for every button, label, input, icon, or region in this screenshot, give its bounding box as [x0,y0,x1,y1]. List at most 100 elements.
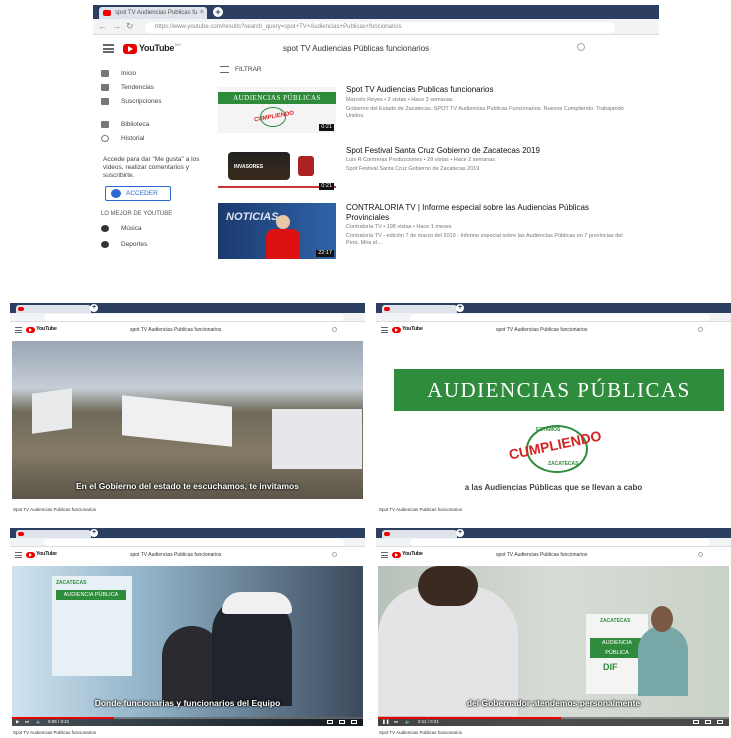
presenter-face [276,215,290,229]
youtube-favicon-icon [103,10,111,16]
duration-badge: 22:17 [316,250,334,257]
fullscreen-icon[interactable] [351,720,357,724]
video-player[interactable]: En el Gobierno del estado te escuchamos,… [12,341,363,499]
pause-icon[interactable]: ❚❚ [382,718,390,726]
browser-tab[interactable] [382,530,457,538]
search-input[interactable]: spot TV Audiencias Públicas funcionarios [283,44,429,53]
search-icon[interactable] [698,552,703,557]
new-tab-icon[interactable]: + [90,529,98,537]
menu-icon[interactable] [15,552,22,558]
result-thumbnail[interactable]: INVASORES 0:21 [218,146,336,192]
search-input[interactable]: spot TV Audiencias Publicas funcionarios [496,327,587,333]
url-input[interactable]: https://www.youtube.com/results?search_q… [145,22,615,33]
browser-tab[interactable] [16,305,91,313]
sports-icon [101,240,109,248]
browser-tab[interactable] [16,530,91,538]
address-bar [376,313,731,322]
folder-icon [101,120,109,128]
signin-prompt: Accede para dar "Me gusta" a los videos,… [103,156,200,179]
filter-icon [220,66,229,73]
video-subtitle: Donde funcionarias y funcionarios del Eq… [94,698,281,708]
sidebar-item-biblioteca[interactable]: Biblioteca [101,118,149,132]
time-display: 0:06 / 0:21 [48,719,70,724]
sidebar-item-inicio[interactable]: Inicio [101,67,136,81]
sidebar-item-suscripciones[interactable]: Suscripciones [101,95,161,109]
signin-button[interactable]: ACCEDER [105,186,171,201]
fullscreen-icon[interactable] [717,720,723,724]
subscriptions-icon [101,97,109,105]
sidebar-item-historial[interactable]: Historial [101,132,144,146]
url-input[interactable] [410,539,710,546]
history-icon [101,134,109,142]
new-tab-icon[interactable]: + [213,7,223,17]
menu-icon[interactable] [381,552,388,558]
video-subtitle: En el Gobierno del estado te escuchamos,… [76,481,299,491]
video-player[interactable]: ZACATECAS AUDIENCIA PÚBLICA DIF del Gobe… [378,566,729,726]
sidebar-item-tendencias[interactable]: Tendencias [101,81,154,95]
browser-tab[interactable]: spot TV Audiencias Publicas fu × [99,7,207,19]
youtube-header: YouTube MX spot TV Audiencias Públicas f… [93,35,659,63]
filter-button[interactable]: FILTRAR [220,66,262,73]
next-icon[interactable]: ⏭ [394,718,398,726]
menu-icon[interactable] [15,327,22,333]
url-input[interactable] [410,314,710,321]
youtube-play-icon [26,327,35,333]
url-input[interactable] [44,314,344,321]
time-display: 0:11 / 0:21 [418,719,439,724]
person-shape [638,626,688,696]
theater-icon[interactable] [339,720,345,724]
face-shape [651,606,673,632]
browser-tab[interactable] [382,305,457,313]
theater-icon[interactable] [705,720,711,724]
search-icon[interactable] [698,327,703,332]
volume-icon[interactable]: 🔈 [405,718,411,726]
address-bar: ← → ↻ https://www.youtube.com/results?se… [93,19,659,35]
forward-icon[interactable]: → [112,21,121,31]
result-title[interactable]: Spot Festival Santa Cruz Gobierno de Zac… [346,146,540,155]
sidebar-item-deportes[interactable]: Deportes [101,238,147,252]
video-title: Spot TV Audiencias Publicas funcionarios [379,507,462,512]
address-bar [10,538,365,547]
youtube-header: YouTube spot TV Audiencias Publicas func… [10,547,365,563]
result-title[interactable]: Spot TV Audiencias Publicas funcionarios [346,85,494,94]
new-tab-icon[interactable]: + [456,529,464,537]
audiencias-banner: AUDIENCIAS PÚBLICAS [394,369,724,411]
search-icon[interactable] [332,327,337,332]
menu-icon[interactable] [103,44,114,53]
search-icon[interactable] [577,43,585,51]
video-player[interactable]: AUDIENCIAS PÚBLICAS ESTAMOS CUMPLIENDO Z… [378,341,729,499]
new-tab-icon[interactable]: + [456,304,464,312]
volume-icon[interactable]: 🔈 [36,718,42,726]
search-input[interactable]: spot TV Audiencias Publicas funcionarios [130,552,221,558]
url-input[interactable] [44,539,344,546]
search-input[interactable]: spot TV Audiencias Publicas funcionarios [496,552,587,558]
tab-bar: spot TV Audiencias Publicas fu × + [93,5,659,19]
settings-icon[interactable] [693,720,699,724]
back-icon[interactable]: ← [98,21,107,31]
building-shape [122,395,232,447]
menu-icon[interactable] [381,327,388,333]
tab-bar: + [10,528,365,538]
main-browser-screenshot: spot TV Audiencias Publicas fu × + ← → ↻ … [93,5,659,270]
result-description: Gobierno del Estado de Zacatecas. SPOT T… [346,106,624,119]
play-icon[interactable]: ▶ [16,718,19,726]
result-thumbnail[interactable]: NOTICIAS 22:17 [218,203,336,259]
result-title-line2[interactable]: Provinciales [346,213,389,222]
next-icon[interactable]: ⏭ [25,718,29,726]
video-title: Spot TV Audiencias Publicas funcionarios [379,730,462,735]
youtube-header: YouTube spot TV Audiencias Publicas func… [10,322,365,338]
new-tab-icon[interactable]: + [90,304,98,312]
result-thumbnail[interactable]: AUDIENCIAS PÚBLICAS CUMPLIENDO 0:21 [218,87,336,133]
youtube-header: YouTube spot TV Audiencias Publicas func… [376,322,731,338]
sidebar-item-musica[interactable]: Música [101,222,142,236]
settings-icon[interactable] [327,720,333,724]
duration-badge: 0:21 [319,124,334,131]
video-player[interactable]: ZACATECAS AUDIENCIA PÚBLICA Donde funcio… [12,566,363,726]
search-icon[interactable] [332,552,337,557]
close-tab-icon[interactable]: × [200,7,204,19]
result-title[interactable]: CONTRALORIA TV | Informe especial sobre … [346,203,589,212]
reload-icon[interactable]: ↻ [126,21,134,32]
search-input[interactable]: spot TV Audiencias Publicas funcionarios [130,327,221,333]
tab-bar: + [376,303,731,313]
account-icon [111,189,121,198]
